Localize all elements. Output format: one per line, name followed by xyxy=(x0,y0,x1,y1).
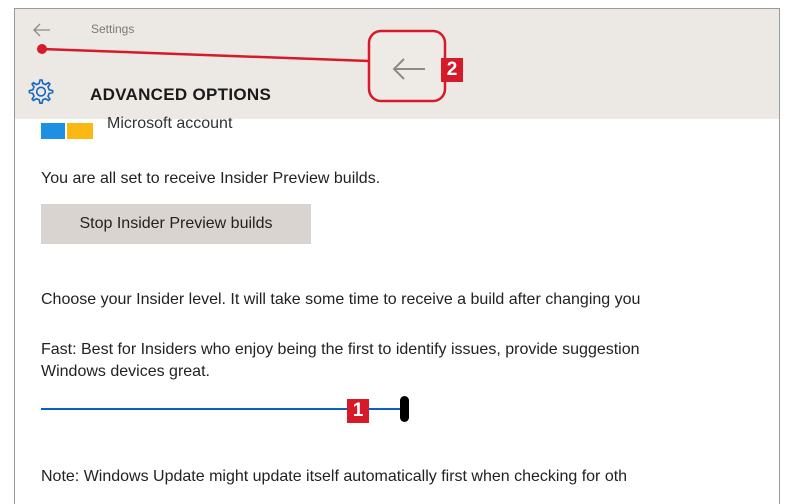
gear-icon xyxy=(28,79,54,104)
insider-status-text: You are all set to receive Insider Previ… xyxy=(41,170,381,187)
back-arrow-icon[interactable] xyxy=(33,23,51,37)
callout-badge-2: 2 xyxy=(441,58,463,82)
account-label[interactable]: Microsoft account xyxy=(107,115,232,133)
insider-level-prompt: Choose your Insider level. It will take … xyxy=(41,291,641,308)
stop-insider-builds-button[interactable]: Stop Insider Preview builds xyxy=(41,204,311,244)
content-area: Microsoft account You are all set to rec… xyxy=(15,115,779,504)
page-title: ADVANCED OPTIONS xyxy=(90,85,272,104)
insider-level-slider-thumb[interactable] xyxy=(400,396,409,422)
insider-level-description-line1: Fast: Best for Insiders who enjoy being … xyxy=(41,341,640,358)
callout-badge-1: 1 xyxy=(347,399,369,423)
microsoft-logo-icon xyxy=(41,123,93,139)
window-title: Settings xyxy=(91,22,135,36)
update-note-text: Note: Windows Update might update itself… xyxy=(41,468,628,485)
insider-level-description-line2: Windows devices great. xyxy=(41,363,210,380)
header: Settings ADVANCED OPTIONS xyxy=(15,9,779,119)
settings-window: Settings ADVANCED OPTIONS Microsoft acco… xyxy=(14,8,780,504)
